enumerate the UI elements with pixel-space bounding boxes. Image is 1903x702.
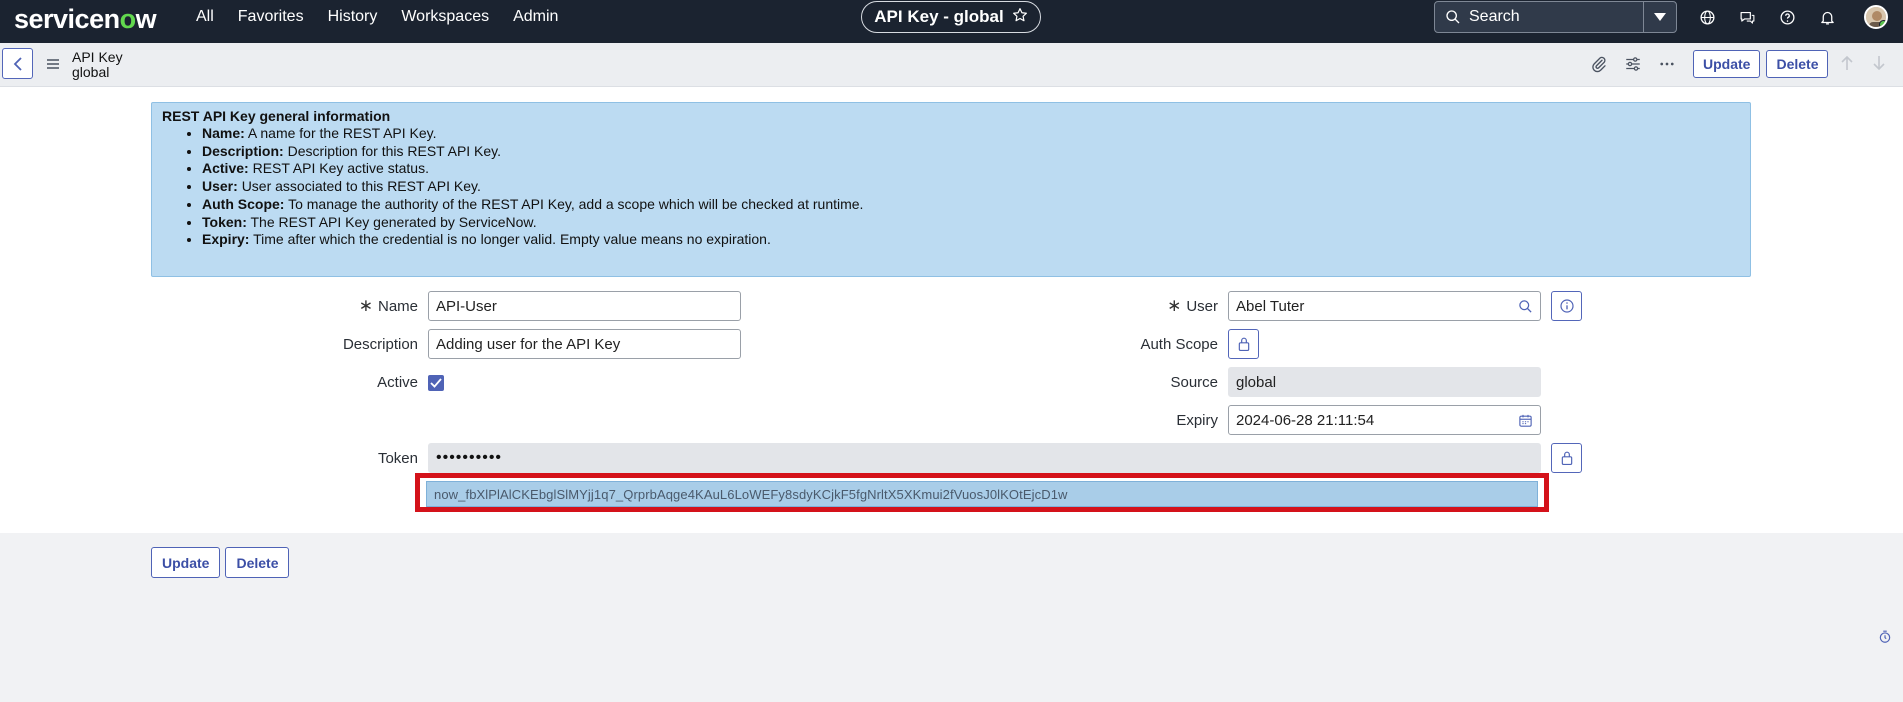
description-field[interactable]: Adding user for the API Key: [428, 329, 741, 359]
personalize-sliders-icon[interactable]: [1624, 55, 1642, 77]
user-field[interactable]: Abel Tuter: [1228, 291, 1511, 321]
paperclip-icon[interactable]: [1590, 55, 1608, 77]
description-label: Description: [342, 336, 418, 353]
header-icons: [1590, 55, 1676, 77]
header-buttons: Update Delete: [1693, 50, 1829, 78]
user-label: ∗ User: [1167, 296, 1218, 315]
record-navigation: [1840, 55, 1886, 75]
record-scope: global: [72, 64, 110, 80]
user-info-button[interactable]: [1551, 291, 1582, 321]
token-label: Token: [377, 450, 418, 467]
active-checkbox[interactable]: [428, 375, 444, 391]
nav-link-all[interactable]: All: [196, 8, 214, 26]
clock-icon[interactable]: [1878, 630, 1892, 648]
record-title: API Key global: [72, 50, 123, 80]
chat-icon[interactable]: [1737, 7, 1757, 27]
token-highlight-box: now_fbXlPlAlCKEbglSlMYjj1q7_QrprbAqge4KA…: [415, 473, 1549, 512]
back-button[interactable]: [2, 48, 33, 79]
update-button[interactable]: Update: [1693, 50, 1761, 78]
auth-scope-lock-button[interactable]: [1228, 329, 1259, 359]
info-item: Expiry: Time after which the credential …: [202, 231, 1740, 249]
servicenow-logo[interactable]: servicenow: [14, 4, 157, 34]
context-pill-label: API Key - global: [874, 7, 1004, 26]
online-status-dot: [1879, 20, 1886, 27]
top-icons: [1697, 7, 1837, 27]
hamburger-menu-icon[interactable]: [46, 57, 60, 74]
record-header: API Key global Update Delete: [0, 43, 1903, 87]
search-scope-dropdown[interactable]: [1643, 2, 1676, 32]
nav-link-admin[interactable]: Admin: [513, 8, 558, 26]
info-item: Active: REST API Key active status.: [202, 160, 1740, 178]
info-title: REST API Key general information: [162, 108, 391, 124]
search-icon: [1445, 9, 1461, 29]
user-lookup-button[interactable]: [1510, 291, 1541, 321]
required-icon: ∗: [1167, 296, 1182, 315]
info-item: User: User associated to this REST API K…: [202, 178, 1740, 196]
checkmark-icon: [430, 378, 442, 388]
top-navigation-bar: servicenow All Favorites History Workspa…: [0, 0, 1903, 43]
token-unlock-button[interactable]: [1551, 443, 1582, 473]
lock-icon: [1238, 337, 1249, 351]
user-avatar[interactable]: [1864, 5, 1888, 29]
name-field[interactable]: API-User: [428, 291, 741, 321]
globe-icon[interactable]: [1697, 7, 1717, 27]
footer-buttons: Update Delete: [151, 547, 290, 578]
chevron-left-icon: [13, 56, 22, 71]
star-icon[interactable]: [1012, 7, 1028, 28]
lock-icon: [1561, 451, 1572, 465]
footer-update-button[interactable]: Update: [151, 547, 221, 578]
arrow-up-icon[interactable]: [1840, 55, 1854, 75]
info-icon: [1559, 299, 1574, 313]
more-options-icon[interactable]: [1658, 55, 1676, 77]
record-type: API Key: [72, 49, 123, 65]
calendar-icon: [1518, 414, 1532, 427]
expiry-label: Expiry: [1176, 412, 1218, 429]
info-item: Token: The REST API Key generated by Ser…: [202, 214, 1740, 232]
nav-link-favorites[interactable]: Favorites: [238, 8, 304, 26]
source-field: global: [1228, 367, 1541, 397]
token-field[interactable]: ••••••••••: [428, 443, 1541, 473]
required-icon: ∗: [358, 296, 373, 315]
token-revealed-value[interactable]: now_fbXlPlAlCKEbglSlMYjj1q7_QrprbAqge4KA…: [426, 481, 1538, 507]
name-label: ∗ Name: [358, 296, 418, 315]
nav-link-history[interactable]: History: [328, 8, 378, 26]
delete-button[interactable]: Delete: [1766, 50, 1829, 78]
info-message-box: REST API Key general information Name: A…: [151, 102, 1751, 277]
context-pill[interactable]: API Key - global: [861, 1, 1041, 33]
help-icon[interactable]: [1777, 7, 1797, 27]
footer-delete-button[interactable]: Delete: [225, 547, 290, 578]
global-search[interactable]: Search: [1434, 1, 1677, 33]
auth-scope-label: Auth Scope: [1140, 336, 1218, 353]
nav-links: All Favorites History Workspaces Admin: [196, 0, 582, 33]
expiry-field[interactable]: 2024-06-28 21:11:54: [1228, 405, 1511, 435]
active-label: Active: [377, 374, 418, 391]
info-item: Description: Description for this REST A…: [202, 143, 1740, 161]
search-placeholder: Search: [1469, 8, 1520, 25]
info-list: Name: A name for the REST API Key. Descr…: [202, 125, 1740, 249]
info-item: Name: A name for the REST API Key.: [202, 125, 1740, 143]
bell-icon[interactable]: [1817, 7, 1837, 27]
expiry-calendar-button[interactable]: [1510, 405, 1541, 435]
nav-link-workspaces[interactable]: Workspaces: [401, 8, 489, 26]
search-icon: [1518, 299, 1532, 313]
source-label: Source: [1170, 374, 1218, 391]
info-item: Auth Scope: To manage the authority of t…: [202, 196, 1740, 214]
arrow-down-icon[interactable]: [1872, 55, 1886, 75]
